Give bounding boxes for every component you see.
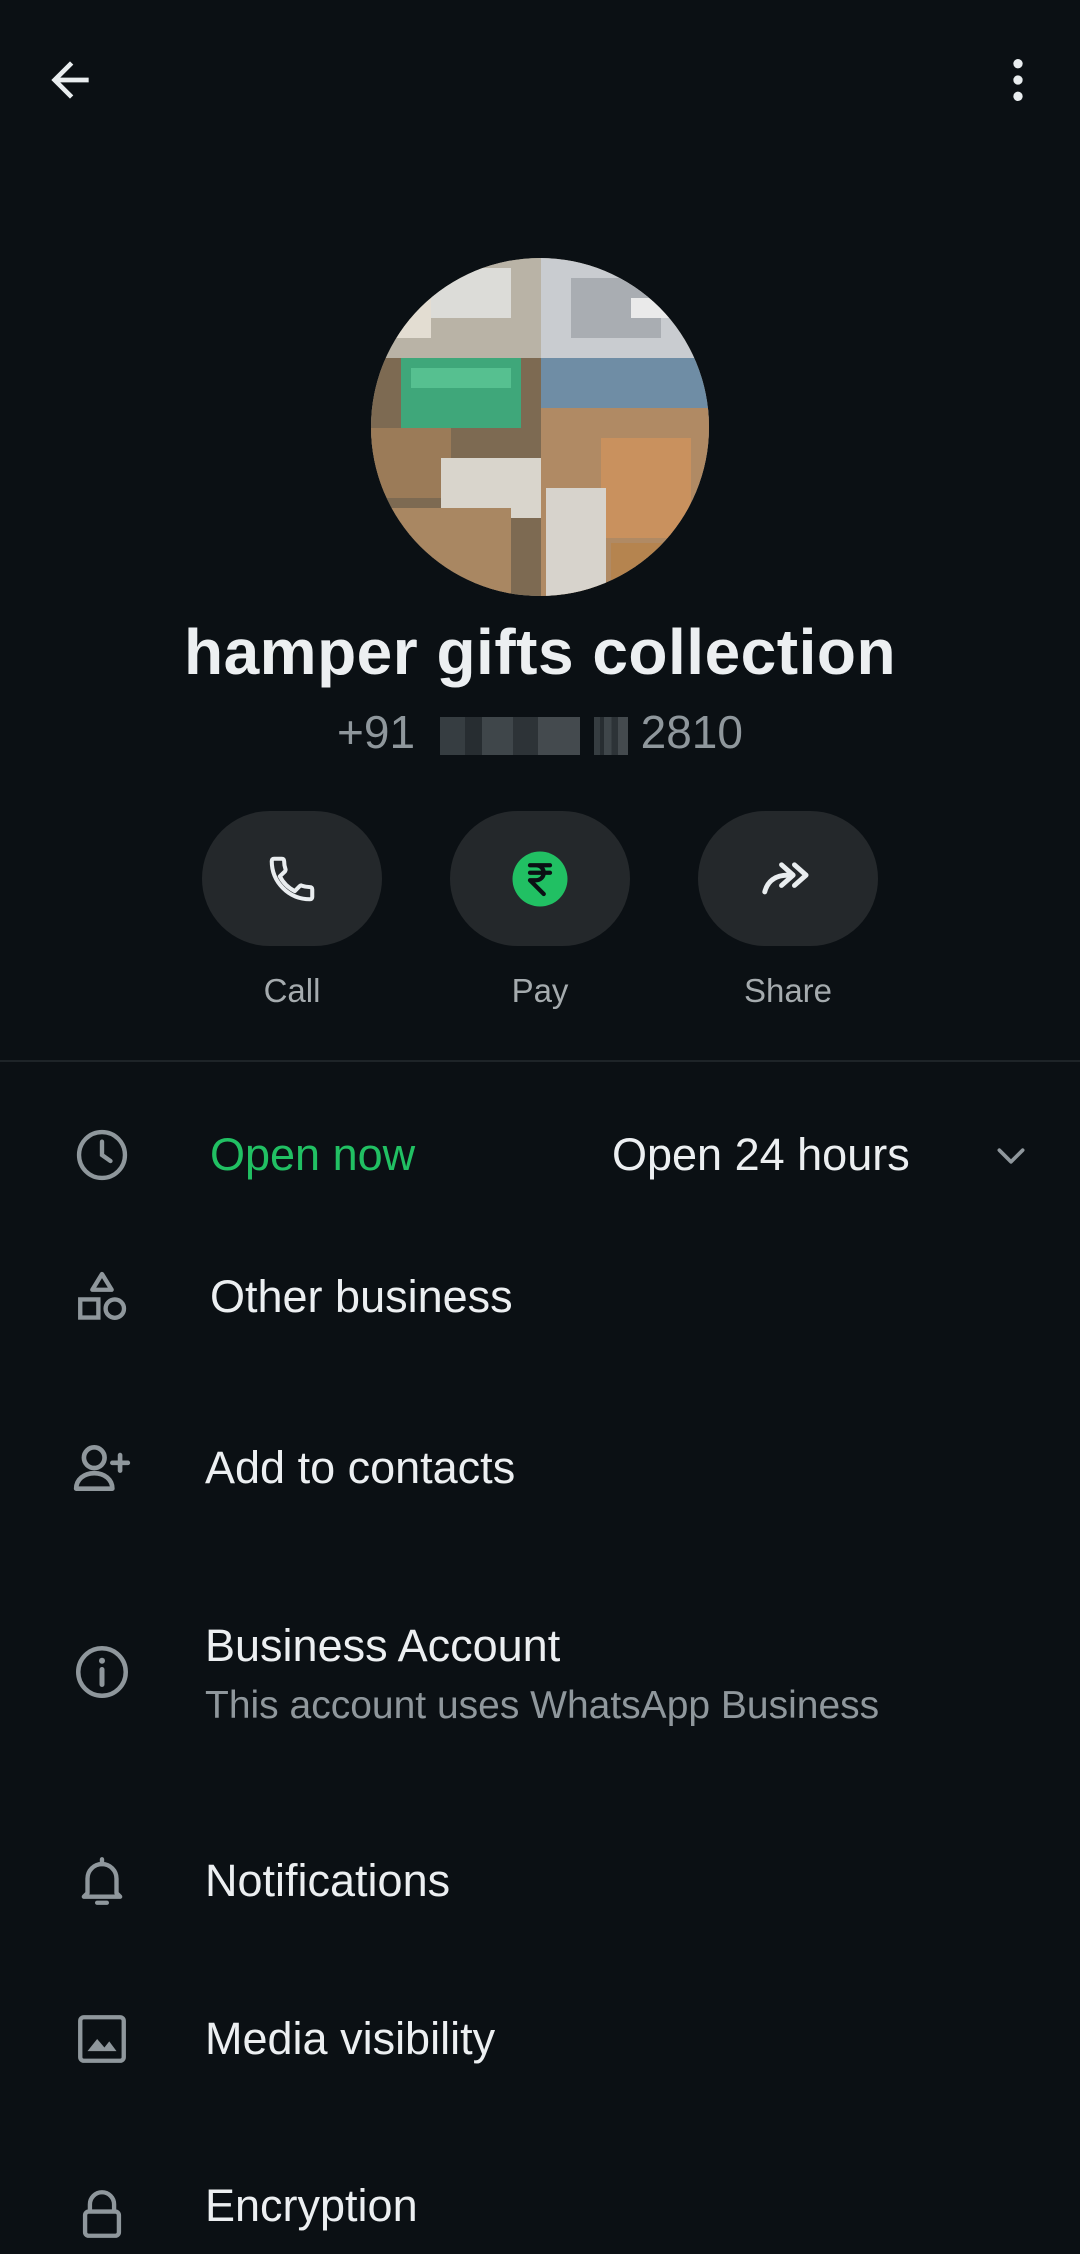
encryption-label: Encryption bbox=[205, 2180, 418, 2231]
bell-icon bbox=[62, 1841, 142, 1921]
business-hours-row[interactable]: Open now Open 24 hours bbox=[0, 1115, 1080, 1195]
media-visibility-row[interactable]: Media visibility bbox=[0, 1999, 1080, 2079]
call-label: Call bbox=[263, 972, 321, 1009]
business-account-subtitle: This account uses WhatsApp Business bbox=[205, 1684, 880, 1727]
pay-button[interactable] bbox=[450, 811, 630, 946]
pay-action[interactable]: Pay bbox=[450, 811, 630, 1010]
image-icon bbox=[62, 1999, 142, 2079]
encryption-row[interactable]: Encryption bbox=[0, 2158, 1080, 2238]
add-to-contacts-row[interactable]: Add to contacts bbox=[0, 1428, 1080, 1508]
rupee-icon bbox=[512, 851, 568, 906]
more-vertical-icon bbox=[1013, 59, 1023, 101]
call-button[interactable] bbox=[202, 811, 382, 946]
business-category-row: Other business bbox=[0, 1257, 1080, 1337]
notifications-row[interactable]: Notifications bbox=[0, 1841, 1080, 1921]
phone-redacted-2 bbox=[593, 716, 628, 755]
share-button[interactable] bbox=[698, 811, 878, 946]
section-divider bbox=[0, 1060, 1080, 1062]
business-account-title: Business Account bbox=[205, 1620, 561, 1671]
category-shapes-icon bbox=[62, 1257, 142, 1337]
add-person-icon bbox=[62, 1428, 142, 1508]
arrow-left-icon bbox=[51, 61, 89, 99]
profile-photo[interactable] bbox=[371, 258, 709, 596]
share-action[interactable]: Share bbox=[698, 811, 878, 1010]
call-action[interactable]: Call bbox=[202, 811, 382, 1010]
profile-name: hamper gifts collection bbox=[183, 616, 897, 688]
info-icon bbox=[62, 1632, 142, 1712]
open-now-status: Open now bbox=[210, 1129, 416, 1180]
hours-value: Open 24 hours bbox=[612, 1129, 910, 1180]
profile-phone: +91 2810 bbox=[0, 705, 1080, 759]
chevron-down-icon[interactable] bbox=[988, 1133, 1034, 1179]
share-label: Share bbox=[743, 972, 833, 1009]
category-label: Other business bbox=[210, 1271, 513, 1322]
phone-prefix: +91 bbox=[337, 706, 416, 758]
lock-icon bbox=[62, 2174, 142, 2254]
share-icon bbox=[762, 861, 809, 894]
clock-icon bbox=[62, 1115, 142, 1195]
notifications-label: Notifications bbox=[205, 1855, 451, 1906]
phone-redacted bbox=[439, 716, 580, 755]
media-visibility-label: Media visibility bbox=[205, 2013, 496, 2064]
phone-icon bbox=[269, 856, 315, 901]
pay-label: Pay bbox=[511, 972, 569, 1009]
add-to-contacts-label: Add to contacts bbox=[205, 1442, 516, 1493]
back-button[interactable] bbox=[30, 40, 110, 120]
more-options-button[interactable] bbox=[978, 40, 1058, 120]
phone-suffix: 2810 bbox=[640, 706, 743, 758]
business-account-row[interactable]: Business Account This account uses Whats… bbox=[0, 1608, 1080, 1728]
